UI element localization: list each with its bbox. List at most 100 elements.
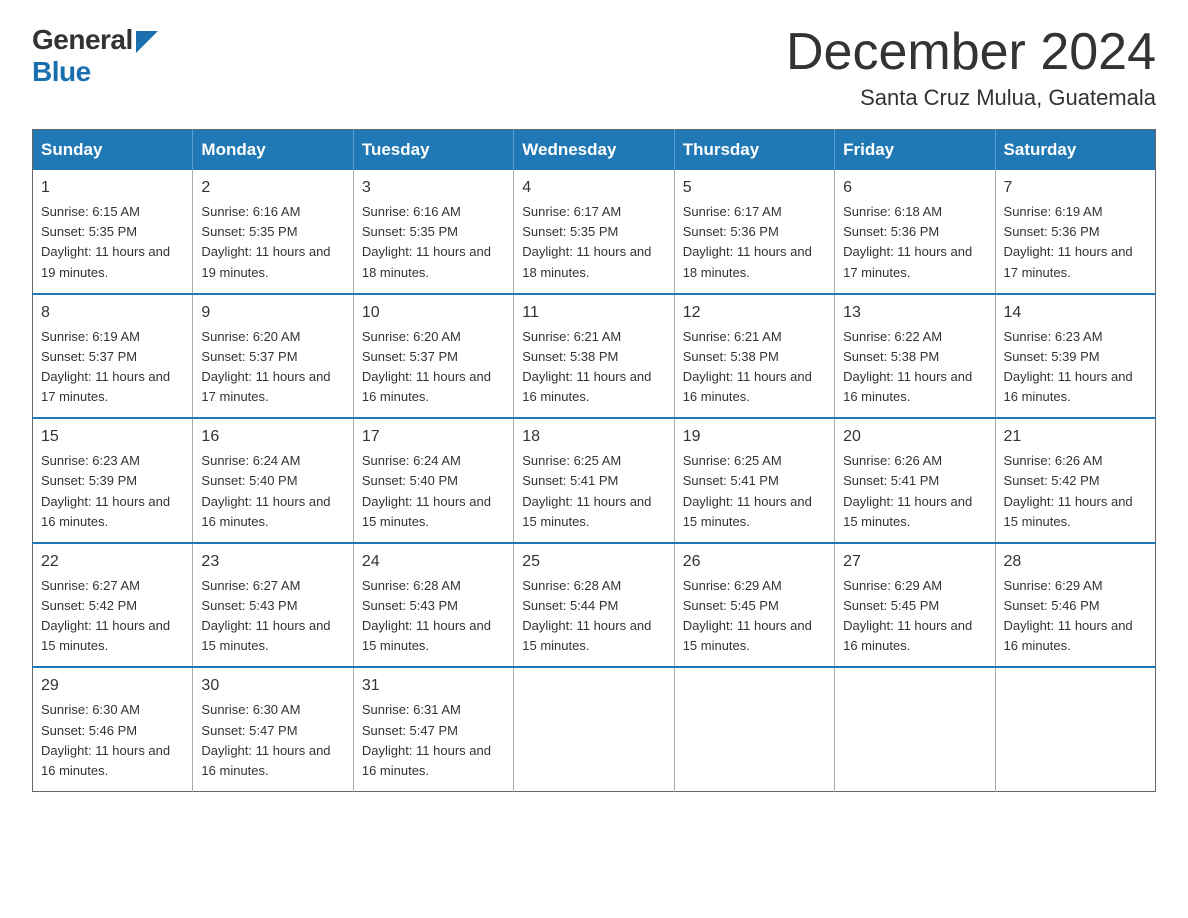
day-info: Sunrise: 6:20 AMSunset: 5:37 PMDaylight:… [362,329,491,404]
calendar-cell [674,667,834,791]
day-info: Sunrise: 6:16 AMSunset: 5:35 PMDaylight:… [201,204,330,279]
day-number: 30 [201,674,344,698]
calendar-header-friday: Friday [835,130,995,171]
calendar-cell: 19 Sunrise: 6:25 AMSunset: 5:41 PMDayligh… [674,418,834,543]
calendar-cell: 20 Sunrise: 6:26 AMSunset: 5:41 PMDayligh… [835,418,995,543]
calendar-week-row: 29Sunrise: 6:30 AMSunset: 5:46 PMDayligh… [33,667,1156,791]
day-info: Sunrise: 6:24 AMSunset: 5:40 PMDaylight:… [362,453,491,528]
logo-general-text: General [32,24,133,56]
day-number: 12 [683,301,826,325]
day-info: Sunrise: 6:29 AMSunset: 5:46 PMDaylight:… [1004,578,1133,653]
calendar-cell: 2 Sunrise: 6:16 AMSunset: 5:35 PMDaylight… [193,170,353,294]
calendar-cell: 21 Sunrise: 6:26 AMSunset: 5:42 PMDayligh… [995,418,1155,543]
day-number: 25 [522,550,665,574]
calendar-week-row: 22 Sunrise: 6:27 AMSunset: 5:42 PMDayligh… [33,543,1156,668]
calendar-cell: 9 Sunrise: 6:20 AMSunset: 5:37 PMDaylight… [193,294,353,419]
calendar-cell: 1Sunrise: 6:15 AMSunset: 5:35 PMDaylight… [33,170,193,294]
logo-blue-text: Blue [32,56,91,87]
calendar-cell: 14 Sunrise: 6:23 AMSunset: 5:39 PMDayligh… [995,294,1155,419]
day-info: Sunrise: 6:24 AMSunset: 5:40 PMDaylight:… [201,453,330,528]
day-number: 2 [201,176,344,200]
calendar-cell: 13 Sunrise: 6:22 AMSunset: 5:38 PMDayligh… [835,294,995,419]
day-info: Sunrise: 6:28 AMSunset: 5:43 PMDaylight:… [362,578,491,653]
calendar-header-tuesday: Tuesday [353,130,513,171]
calendar-cell: 26 Sunrise: 6:29 AMSunset: 5:45 PMDayligh… [674,543,834,668]
calendar-cell: 12 Sunrise: 6:21 AMSunset: 5:38 PMDayligh… [674,294,834,419]
day-number: 19 [683,425,826,449]
day-info: Sunrise: 6:23 AMSunset: 5:39 PMDaylight:… [1004,329,1133,404]
day-number: 18 [522,425,665,449]
day-info: Sunrise: 6:21 AMSunset: 5:38 PMDaylight:… [683,329,812,404]
calendar-cell: 28 Sunrise: 6:29 AMSunset: 5:46 PMDayligh… [995,543,1155,668]
calendar-cell: 3 Sunrise: 6:16 AMSunset: 5:35 PMDaylight… [353,170,513,294]
day-info: Sunrise: 6:17 AMSunset: 5:35 PMDaylight:… [522,204,651,279]
calendar-cell: 6 Sunrise: 6:18 AMSunset: 5:36 PMDaylight… [835,170,995,294]
logo-triangle-icon [136,31,158,53]
day-info: Sunrise: 6:16 AMSunset: 5:35 PMDaylight:… [362,204,491,279]
calendar-cell: 24 Sunrise: 6:28 AMSunset: 5:43 PMDayligh… [353,543,513,668]
day-number: 3 [362,176,505,200]
calendar-header-thursday: Thursday [674,130,834,171]
day-number: 27 [843,550,986,574]
calendar-cell: 7Sunrise: 6:19 AMSunset: 5:36 PMDaylight… [995,170,1155,294]
day-info: Sunrise: 6:26 AMSunset: 5:42 PMDaylight:… [1004,453,1133,528]
calendar-cell: 27 Sunrise: 6:29 AMSunset: 5:45 PMDayligh… [835,543,995,668]
calendar-cell: 5 Sunrise: 6:17 AMSunset: 5:36 PMDaylight… [674,170,834,294]
day-info: Sunrise: 6:17 AMSunset: 5:36 PMDaylight:… [683,204,812,279]
day-info: Sunrise: 6:31 AMSunset: 5:47 PMDaylight:… [362,702,491,777]
calendar-cell: 29Sunrise: 6:30 AMSunset: 5:46 PMDayligh… [33,667,193,791]
calendar-cell: 8Sunrise: 6:19 AMSunset: 5:37 PMDaylight… [33,294,193,419]
day-number: 24 [362,550,505,574]
calendar-cell: 23Sunrise: 6:27 AMSunset: 5:43 PMDayligh… [193,543,353,668]
day-info: Sunrise: 6:21 AMSunset: 5:38 PMDaylight:… [522,329,651,404]
calendar-cell: 16 Sunrise: 6:24 AMSunset: 5:40 PMDayligh… [193,418,353,543]
day-number: 7 [1004,176,1147,200]
day-number: 8 [41,301,184,325]
calendar-cell: 15 Sunrise: 6:23 AMSunset: 5:39 PMDayligh… [33,418,193,543]
calendar-cell [835,667,995,791]
day-info: Sunrise: 6:28 AMSunset: 5:44 PMDaylight:… [522,578,651,653]
day-number: 16 [201,425,344,449]
logo: General Blue [32,24,158,88]
day-number: 28 [1004,550,1147,574]
day-info: Sunrise: 6:23 AMSunset: 5:39 PMDaylight:… [41,453,170,528]
day-info: Sunrise: 6:29 AMSunset: 5:45 PMDaylight:… [843,578,972,653]
day-info: Sunrise: 6:30 AMSunset: 5:46 PMDaylight:… [41,702,170,777]
month-title: December 2024 [786,24,1156,81]
day-info: Sunrise: 6:27 AMSunset: 5:42 PMDaylight:… [41,578,170,653]
calendar-cell [995,667,1155,791]
calendar-cell: 17Sunrise: 6:24 AMSunset: 5:40 PMDayligh… [353,418,513,543]
day-number: 22 [41,550,184,574]
day-number: 6 [843,176,986,200]
day-info: Sunrise: 6:25 AMSunset: 5:41 PMDaylight:… [683,453,812,528]
day-number: 20 [843,425,986,449]
day-number: 14 [1004,301,1147,325]
calendar-cell [514,667,674,791]
location-title: Santa Cruz Mulua, Guatemala [786,85,1156,111]
page-header: General Blue December 2024 Santa Cruz Mu… [32,24,1156,111]
day-number: 10 [362,301,505,325]
calendar-cell: 10 Sunrise: 6:20 AMSunset: 5:37 PMDayligh… [353,294,513,419]
calendar-header-sunday: Sunday [33,130,193,171]
day-info: Sunrise: 6:20 AMSunset: 5:37 PMDaylight:… [201,329,330,404]
title-section: December 2024 Santa Cruz Mulua, Guatemal… [786,24,1156,111]
day-number: 4 [522,176,665,200]
day-number: 11 [522,301,665,325]
calendar-week-row: 15 Sunrise: 6:23 AMSunset: 5:39 PMDayligh… [33,418,1156,543]
day-info: Sunrise: 6:22 AMSunset: 5:38 PMDaylight:… [843,329,972,404]
day-info: Sunrise: 6:29 AMSunset: 5:45 PMDaylight:… [683,578,812,653]
day-number: 26 [683,550,826,574]
calendar-cell: 18Sunrise: 6:25 AMSunset: 5:41 PMDayligh… [514,418,674,543]
calendar-week-row: 8Sunrise: 6:19 AMSunset: 5:37 PMDaylight… [33,294,1156,419]
day-number: 21 [1004,425,1147,449]
day-number: 13 [843,301,986,325]
calendar-week-row: 1Sunrise: 6:15 AMSunset: 5:35 PMDaylight… [33,170,1156,294]
day-number: 5 [683,176,826,200]
day-number: 31 [362,674,505,698]
calendar-header-saturday: Saturday [995,130,1155,171]
day-info: Sunrise: 6:30 AMSunset: 5:47 PMDaylight:… [201,702,330,777]
day-number: 9 [201,301,344,325]
day-info: Sunrise: 6:18 AMSunset: 5:36 PMDaylight:… [843,204,972,279]
day-info: Sunrise: 6:26 AMSunset: 5:41 PMDaylight:… [843,453,972,528]
day-number: 15 [41,425,184,449]
